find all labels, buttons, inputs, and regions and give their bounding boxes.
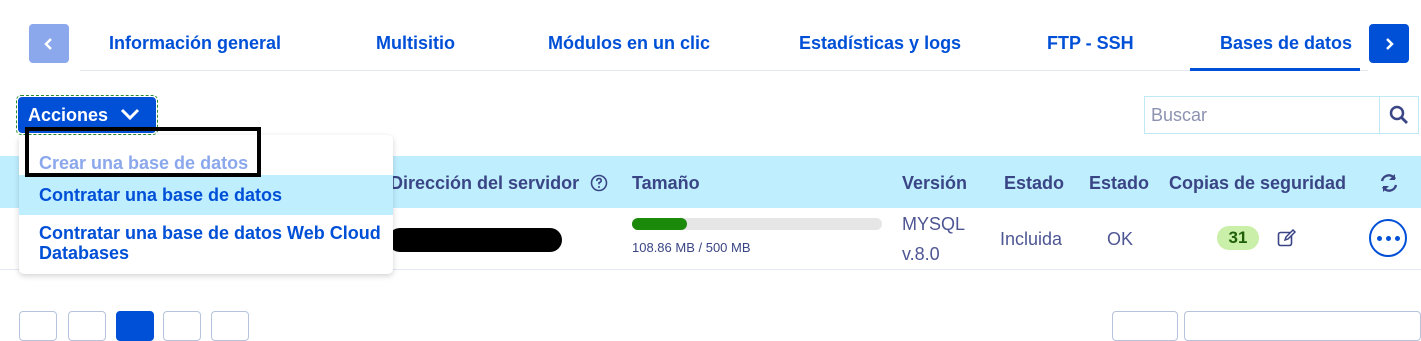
pagination-last[interactable]	[211, 311, 249, 341]
status-ok: OK	[1107, 229, 1134, 249]
tabs-divider	[80, 70, 1368, 71]
status-included: Incluida	[1000, 229, 1063, 249]
col-backups: Copias de seguridad	[1169, 173, 1347, 193]
search-button[interactable]	[1379, 96, 1419, 134]
pagination-first[interactable]	[19, 311, 57, 341]
tab-informacion-general[interactable]: Información general	[109, 33, 281, 54]
actions-label: Acciones	[28, 104, 109, 125]
size-text: 108.86 MB / 500 MB	[632, 240, 751, 255]
pagination-current-page[interactable]	[116, 311, 154, 341]
chevron-right-icon	[1386, 37, 1394, 50]
pagination-next[interactable]	[163, 311, 201, 341]
backups-count-badge: 31	[1217, 226, 1259, 250]
tab-bases-de-datos[interactable]: Bases de datos	[1220, 33, 1352, 54]
chevron-left-icon	[44, 37, 52, 50]
tab-multisitio[interactable]: Multisitio	[376, 33, 455, 54]
help-icon[interactable]	[590, 174, 608, 192]
menu-item-order-database[interactable]: Contratar una base de datos	[19, 175, 393, 215]
col-status-1: Estado	[1004, 173, 1065, 193]
page-info	[1184, 311, 1421, 341]
tab-modulos[interactable]: Módulos en un clic	[548, 33, 710, 54]
col-version: Versión	[902, 173, 968, 193]
active-tab-indicator	[1190, 68, 1360, 71]
tabs-next-button[interactable]	[1369, 24, 1409, 63]
edit-icon[interactable]	[1277, 229, 1297, 247]
more-dot	[1394, 235, 1400, 241]
size-progress-fill	[632, 218, 687, 230]
col-server-address: Dirección del servidor	[390, 173, 608, 194]
col-status-2: Estado	[1089, 173, 1150, 193]
refresh-icon[interactable]	[1378, 172, 1400, 194]
highlight-box	[25, 127, 261, 177]
page-size-select[interactable]	[1112, 311, 1178, 341]
server-address-redacted	[388, 228, 562, 252]
menu-item-order-web-cloud-database[interactable]: Contratar una base de datos Web Cloud Da…	[19, 223, 393, 263]
tab-ftp-ssh[interactable]: FTP - SSH	[1047, 33, 1134, 54]
col-size: Tamaño	[632, 173, 700, 193]
search-icon	[1389, 105, 1408, 124]
tab-estadisticas[interactable]: Estadísticas y logs	[799, 33, 961, 54]
more-dot	[1385, 235, 1391, 241]
chevron-down-icon	[120, 108, 140, 121]
version-engine: MYSQL	[902, 214, 966, 234]
row-more-actions-button[interactable]	[1369, 219, 1407, 257]
pagination-prev[interactable]	[68, 311, 106, 341]
search-input[interactable]	[1144, 96, 1380, 134]
version-number: v.8.0	[902, 244, 940, 264]
more-dot	[1376, 235, 1382, 241]
tabs-prev-button[interactable]	[29, 24, 69, 63]
